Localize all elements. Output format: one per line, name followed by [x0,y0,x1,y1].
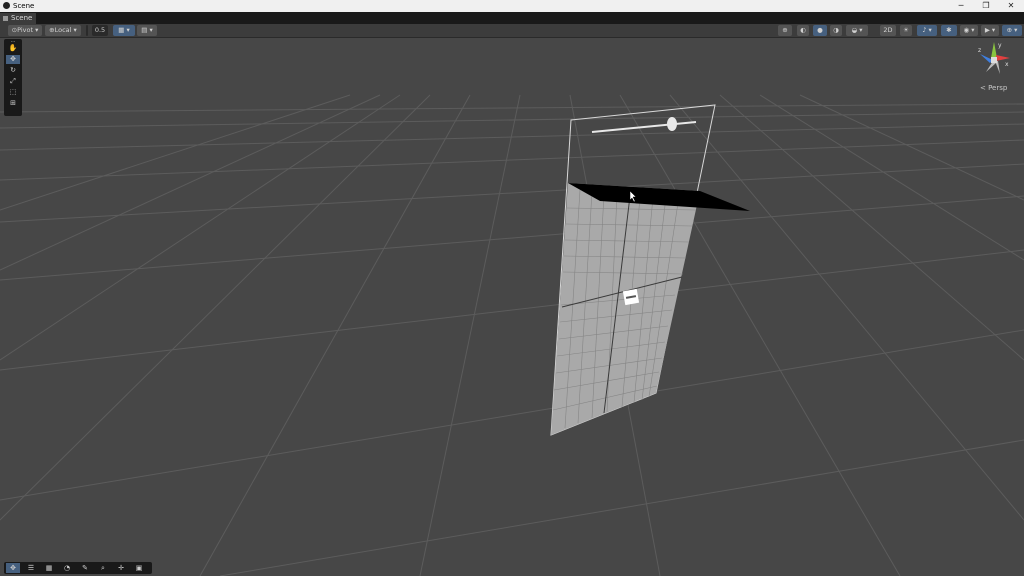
pivot-label: Pivot [17,26,34,34]
transform-icon: ✛ [118,564,124,572]
projection-toggle[interactable]: < Persp [980,84,1007,92]
gizmos-dropdown[interactable]: ⊕ ▾ [1002,25,1022,36]
image-icon: ▣ [135,564,143,572]
debug-icon: ◒ ▾ [851,26,863,34]
rotate-icon: ◔ [63,564,71,572]
move-tool-button[interactable]: ✥ [6,55,20,64]
2d-toggle[interactable]: 2D [880,25,896,36]
sphere-half-icon: ◐ [800,26,806,34]
local-dropdown[interactable]: ⊕Local ▾ [45,25,81,36]
orientation-gizmo[interactable]: y x z [976,40,1012,80]
camera-icon: ▶ ▾ [984,26,996,34]
bottom-rotate-button[interactable]: ◔ [60,563,74,573]
shaded-button[interactable]: ● [813,25,827,36]
scale-tool-button[interactable]: ⤢ [6,77,20,86]
bottom-image-button[interactable]: ▣ [132,563,146,573]
scene-viewport[interactable] [0,38,1024,576]
grid-icon: ▤ ▾ [141,26,153,34]
rect-tool-button[interactable]: ⬚ [6,88,20,97]
maximize-button[interactable]: ❐ [975,0,997,12]
audio-dropdown[interactable]: ♪ ▾ [917,25,937,36]
unity-logo-icon [3,2,10,9]
hand-tool-button[interactable]: ✋ [6,44,20,53]
globe-icon: ⊕ [782,26,788,34]
layout-icon: ☰ [27,564,35,572]
eye-icon: ◉ ▾ [963,26,975,34]
bottom-grid-button[interactable]: ▦ [42,563,56,573]
gizmo-x-label: x [1005,61,1009,68]
rect-icon: ⬚ [9,88,17,96]
bottom-transform-button[interactable]: ✛ [114,563,128,573]
debug-draw-dropdown[interactable]: ◒ ▾ [846,25,868,36]
tab-scene-label: Scene [11,14,33,22]
move-icon: ✥ [10,564,16,572]
gizmo-z-label: z [978,47,981,54]
transform-tool-button[interactable]: ⊞ [6,99,20,108]
grid-snap-toggle[interactable]: ▦ ▾ [113,25,135,36]
scene-grid [0,94,1024,576]
gizmo-y-label: y [998,42,1002,49]
chevron-down-icon: ▾ [71,26,77,34]
visibility-dropdown[interactable]: ◉ ▾ [960,25,978,36]
grid-icon: ▦ [45,564,53,572]
window-title: Scene [13,2,35,10]
light-icon: ☀ [903,26,909,34]
brush-icon: ✎ [82,564,88,572]
grid-visibility-dropdown[interactable]: ▤ ▾ [137,25,157,36]
move-icon: ✥ [10,55,16,63]
bottom-layout-button[interactable]: ☰ [24,563,38,573]
shaded-wireframe-button[interactable]: ◐ [797,25,809,36]
sphere-icon: ● [817,26,823,34]
menu-icon [3,15,8,21]
snap-increment-field[interactable]: 0.5 [92,25,108,36]
local-label: Local [54,26,72,34]
bottom-overlay-toolbar: ✥ ☰ ▦ ◔ ✎ ⌕ ✛ ▣ [4,562,152,574]
minimize-button[interactable]: ─ [950,0,972,12]
close-button[interactable]: ✕ [1000,0,1022,12]
rotate-icon: ↻ [10,66,16,74]
tool-palette: … ✋ ✥ ↻ ⤢ ⬚ ⊞ [4,39,22,116]
audio-icon: ♪ ▾ [922,26,932,34]
lighting-toggle[interactable]: ☀ [900,25,912,36]
search-icon: ⌕ [101,564,105,572]
draw-mode-button[interactable]: ⊕ [778,25,792,36]
pivot-dropdown[interactable]: ⊙Pivot ▾ [8,25,42,36]
scale-icon: ⤢ [10,77,16,85]
effects-icon: ✱ [946,26,952,34]
scene-toolbar: ⊙Pivot ▾ ⊕Local ▾ 0.5 ▦ ▾ ▤ ▾ ⊕ ◐ ● ◑ ◒ … [0,24,1024,38]
chevron-down-icon: ▾ [33,26,39,34]
unlit-button[interactable]: ◑ [830,25,842,36]
slider-handle[interactable] [667,117,677,131]
bottom-move-button[interactable]: ✥ [6,563,20,573]
rotate-tool-button[interactable]: ↻ [6,66,20,75]
bottom-search-button[interactable]: ⌕ [96,563,110,573]
tab-scene[interactable]: Scene [0,13,36,24]
canvas-image-area [551,183,700,435]
transform-icon: ⊞ [10,99,16,107]
bottom-brush-button[interactable]: ✎ [78,563,92,573]
toolbar-divider [86,25,88,36]
tab-strip: Scene [0,12,1024,24]
camera-dropdown[interactable]: ▶ ▾ [981,25,999,36]
slider-track[interactable] [591,121,697,133]
sphere-outline-icon: ◑ [833,26,839,34]
window-titlebar: Scene ─ ❐ ✕ [0,0,1024,12]
gizmo-center-cube[interactable] [991,57,997,63]
grid-snap-icon: ▦ ▾ [118,26,130,34]
gizmo-icon: ⊕ ▾ [1006,26,1018,34]
effects-toggle[interactable]: ✱ [941,25,957,36]
hand-icon: ✋ [8,44,18,52]
palette-drag-handle[interactable]: … [6,39,20,44]
